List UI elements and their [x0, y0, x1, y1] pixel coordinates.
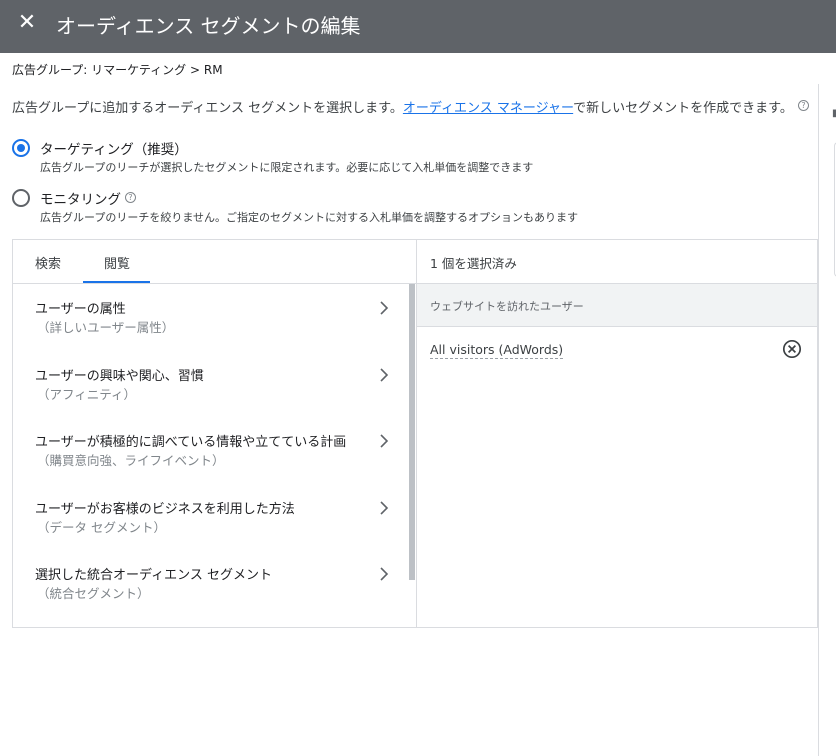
category-demographics[interactable]: ユーザーの属性 （詳しいユーザー属性）: [13, 298, 408, 364]
targeting-radio[interactable]: [12, 139, 30, 157]
category-title: 選択した統合オーディエンス セグメント: [35, 568, 272, 583]
category-affinity[interactable]: ユーザーの興味や関心、習慣 （アフィニティ）: [13, 365, 408, 431]
breadcrumb: 広告グループ: リマーケティング > RM: [12, 63, 223, 77]
chevron-right-icon: [380, 567, 389, 581]
category-subtitle: （統合セグメント）: [37, 586, 150, 601]
tab-browse[interactable]: 閲覧: [104, 253, 130, 272]
selected-group-label: ウェブサイトを訪れたユーザー: [430, 300, 584, 313]
dialog-header: ✕ オーディエンス セグメントの編集: [0, 0, 836, 53]
category-combined-segments[interactable]: 選択した統合オーディエンス セグメント （統合セグメント）: [13, 564, 408, 630]
selected-count: 1 個を選択済み: [430, 256, 517, 271]
category-scrollbar-thumb[interactable]: [409, 284, 415, 580]
description-text-after: で新しいセグメントを作成できます。: [573, 101, 793, 116]
segment-browser-panel: 検索 閲覧 ユーザーの属性 （詳しいユーザー属性） ユーザーの興味や関心、習慣 …: [12, 239, 818, 628]
selected-group-header: ウェブサイトを訪れたユーザー: [417, 284, 817, 327]
category-title: ユーザーの属性: [35, 302, 126, 317]
description-text: 広告グループに追加するオーディエンス セグメントを選択します。: [12, 101, 403, 116]
help-icon[interactable]: ?: [798, 100, 809, 111]
category-subtitle: （アフィニティ）: [37, 387, 137, 402]
tab-search[interactable]: 検索: [35, 253, 61, 272]
selected-segment[interactable]: All visitors (AdWords): [430, 342, 564, 359]
category-data-segments[interactable]: ユーザーがお客様のビジネスを利用した方法 （データ セグメント）: [13, 498, 408, 564]
monitoring-radio[interactable]: [12, 189, 30, 207]
monitoring-help-icon[interactable]: ?: [125, 192, 136, 203]
monitoring-label: モニタリング: [40, 192, 121, 208]
chevron-right-icon: [380, 301, 389, 315]
category-title: ユーザーの興味や関心、習慣: [35, 369, 204, 384]
chevron-right-icon: [380, 501, 389, 515]
category-title: ユーザーがお客様のビジネスを利用した方法: [35, 502, 295, 517]
category-title: ユーザーが積極的に調べている情報や立てている計画: [35, 435, 347, 450]
remove-circle-icon[interactable]: [782, 339, 802, 359]
category-subtitle: （詳しいユーザー属性）: [37, 320, 175, 335]
category-subtitle: （データ セグメント）: [37, 520, 166, 535]
dialog-title: オーディエンス セグメントの編集: [56, 14, 361, 38]
category-in-market[interactable]: ユーザーが積極的に調べている情報や立てている計画 （購買意向強、ライフイベント）: [13, 431, 408, 497]
side-panel-border: [818, 84, 819, 756]
close-icon[interactable]: ✕: [17, 12, 37, 34]
audience-manager-link[interactable]: オーディエンス マネージャー: [403, 101, 573, 116]
description: 広告グループに追加するオーディエンス セグメントを選択します。オーディエンス マ…: [12, 97, 793, 116]
chevron-right-icon: [380, 434, 389, 448]
category-subtitle: （購買意向強、ライフイベント）: [37, 453, 225, 468]
monitoring-description: 広告グループのリーチを絞りません。ご指定のセグメントに対する入札単価を調整するオ…: [40, 211, 579, 224]
tabs-divider: [13, 283, 416, 284]
side-panel-glyph: ■: [832, 108, 836, 118]
targeting-label: ターゲティング（推奨）: [40, 142, 188, 158]
chevron-right-icon: [380, 368, 389, 382]
targeting-description: 広告グループのリーチが選択したセグメントに限定されます。必要に応じて入札単価を調…: [40, 161, 534, 174]
